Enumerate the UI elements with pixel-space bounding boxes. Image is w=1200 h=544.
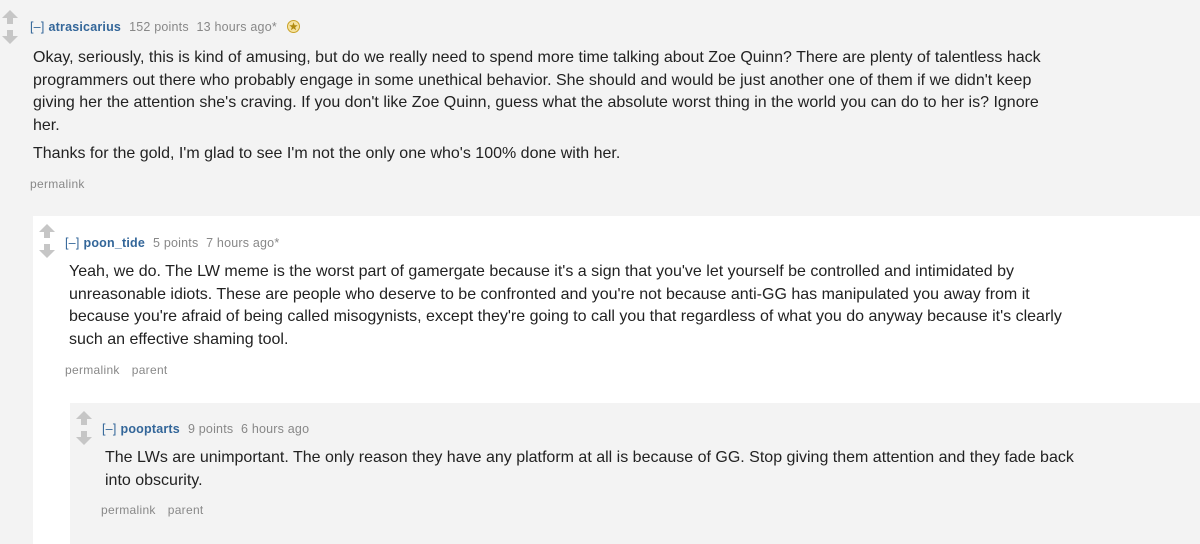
timestamp: 13 hours ago* xyxy=(196,20,277,34)
score: 9 points xyxy=(187,422,234,436)
upvote-arrow-icon[interactable] xyxy=(76,411,92,425)
comment-pooptarts: [–] pooptarts 9 points 6 hours ago The LWs… xyxy=(70,403,1200,544)
comment-thread: [–] atrasicarius 152 points 13 hours ago* … xyxy=(0,0,1200,544)
author-link[interactable]: poon_tide xyxy=(84,236,146,250)
parent-button[interactable]: parent xyxy=(132,363,168,377)
comment-buttons: permalink parent xyxy=(65,363,180,377)
comment-paragraph: The LWs are unimportant. The only reason… xyxy=(105,449,1074,489)
upvote-arrow-icon[interactable] xyxy=(2,10,18,24)
score: 5 points xyxy=(153,236,199,250)
permalink-button[interactable]: permalink xyxy=(101,503,156,517)
comment-paragraph: Okay, seriously, this is kind of amusing… xyxy=(33,49,1041,134)
author-link[interactable]: atrasicarius xyxy=(49,20,122,34)
gold-star-icon[interactable] xyxy=(286,20,300,33)
comment-paragraph: Thanks for the gold, I'm glad to see I'm… xyxy=(33,145,621,162)
comment-tagline: [–] poon_tide 5 points 7 hours ago* xyxy=(65,236,279,250)
comment-body: Okay, seriously, this is kind of amusing… xyxy=(33,47,1043,172)
comment-tagline: [–] atrasicarius 152 points 13 hours ago* xyxy=(30,20,300,34)
permalink-button[interactable]: permalink xyxy=(65,363,120,377)
downvote-arrow-icon[interactable] xyxy=(76,431,92,445)
comment-body: The LWs are unimportant. The only reason… xyxy=(105,447,1095,498)
timestamp: 7 hours ago* xyxy=(206,236,280,250)
comment-tagline: [–] pooptarts 9 points 6 hours ago xyxy=(102,422,309,436)
collapse-toggle[interactable]: [–] xyxy=(65,236,80,250)
comment-buttons: permalink parent xyxy=(101,503,216,517)
downvote-arrow-icon[interactable] xyxy=(2,30,18,44)
collapse-toggle[interactable]: [–] xyxy=(30,20,45,34)
timestamp: 6 hours ago xyxy=(241,422,310,436)
downvote-arrow-icon[interactable] xyxy=(39,244,55,258)
parent-button[interactable]: parent xyxy=(168,503,204,517)
comment-body: Yeah, we do. The LW meme is the worst pa… xyxy=(69,261,1089,357)
collapse-toggle[interactable]: [–] xyxy=(102,422,117,436)
comment-paragraph: Yeah, we do. The LW meme is the worst pa… xyxy=(69,263,1062,348)
author-link[interactable]: pooptarts xyxy=(121,422,180,436)
score: 152 points xyxy=(129,20,189,34)
upvote-arrow-icon[interactable] xyxy=(39,224,55,238)
comment-buttons: permalink xyxy=(30,177,97,191)
permalink-button[interactable]: permalink xyxy=(30,177,85,191)
